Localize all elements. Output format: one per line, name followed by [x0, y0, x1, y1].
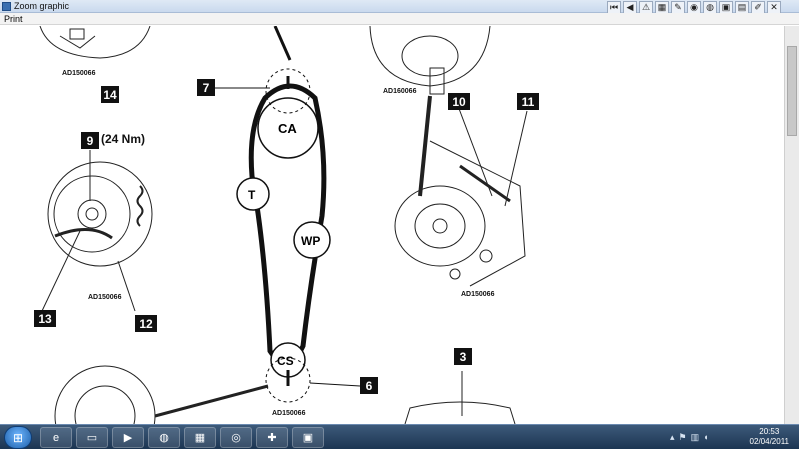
sketch-bottom-right	[404, 371, 516, 424]
flag-icon[interactable]: ⚑	[679, 432, 687, 443]
app-icon	[2, 1, 11, 11]
ref-code: AD150066	[461, 291, 495, 298]
clock-date: 02/04/2011	[749, 437, 789, 446]
ca-label: CA	[278, 121, 297, 136]
cs-label: CS	[277, 354, 294, 368]
system-tray: ▴ ⚑ ▥ ◖ 20:53 02/04/2011	[664, 425, 799, 449]
window-title: Zoom graphic	[14, 1, 70, 11]
torque-value: (24 Nm)	[101, 132, 146, 146]
menu-bar: Print	[0, 13, 799, 25]
callout-6: 6	[360, 377, 378, 394]
callout-14: 14	[101, 86, 119, 103]
volume-icon[interactable]: ◖	[703, 432, 708, 443]
folder-icon[interactable]: ▭	[76, 427, 108, 448]
tray-arrow-icon[interactable]: ▴	[670, 432, 675, 443]
sketch-right-tensioner	[394, 105, 528, 287]
callout-3: 3	[454, 348, 472, 365]
network-app-icon[interactable]: ✚	[256, 427, 288, 448]
zoom-graphic-task-icon[interactable]: ▣	[292, 427, 324, 448]
vertical-scrollbar[interactable]	[784, 26, 799, 424]
sketch-bottom-left	[54, 365, 269, 424]
network-icon[interactable]: ▥	[691, 432, 700, 443]
wp-label: WP	[301, 234, 320, 248]
callout-11: 11	[517, 93, 539, 110]
menu-print[interactable]: Print	[4, 14, 23, 24]
clock-time: 20:53	[759, 427, 780, 436]
callout-7: 7	[197, 79, 215, 96]
sketch-top-right	[369, 26, 491, 197]
t-label: T	[248, 188, 256, 202]
callout-12: 12	[135, 315, 157, 332]
ref-code: AD160066	[383, 88, 417, 95]
scrollbar-thumb[interactable]	[787, 46, 797, 136]
firefox-icon[interactable]: ◍	[148, 427, 180, 448]
app-window-icon[interactable]: ▦	[184, 427, 216, 448]
belt-top-line	[273, 26, 292, 61]
callout-9: 9	[81, 132, 99, 149]
clock[interactable]: 20:53 02/04/2011	[750, 427, 789, 447]
ref-code: AD150066	[88, 294, 122, 301]
ie-icon[interactable]: e	[40, 427, 72, 448]
media-player-icon[interactable]: ▶	[112, 427, 144, 448]
taskbar: ⊞ e ▭ ▶ ◍ ▦ ◎ ✚ ▣ ▴ ⚑ ▥ ◖ 20:53 02/04/20…	[0, 424, 799, 449]
callout-10: 10	[448, 93, 470, 110]
ref-code: AD150066	[272, 410, 306, 417]
ref-code: AD150066	[62, 70, 96, 77]
browser-icon[interactable]: ◎	[220, 427, 252, 448]
sketch-left-tensioner	[41, 150, 153, 312]
callout-13: 13	[34, 310, 56, 327]
diagram-canvas: CA T WP CS 14 7 10 11 9 (24 Nm) 13 12 3 …	[0, 26, 784, 424]
start-button[interactable]: ⊞	[4, 426, 32, 449]
sketch-top-left	[39, 26, 151, 59]
